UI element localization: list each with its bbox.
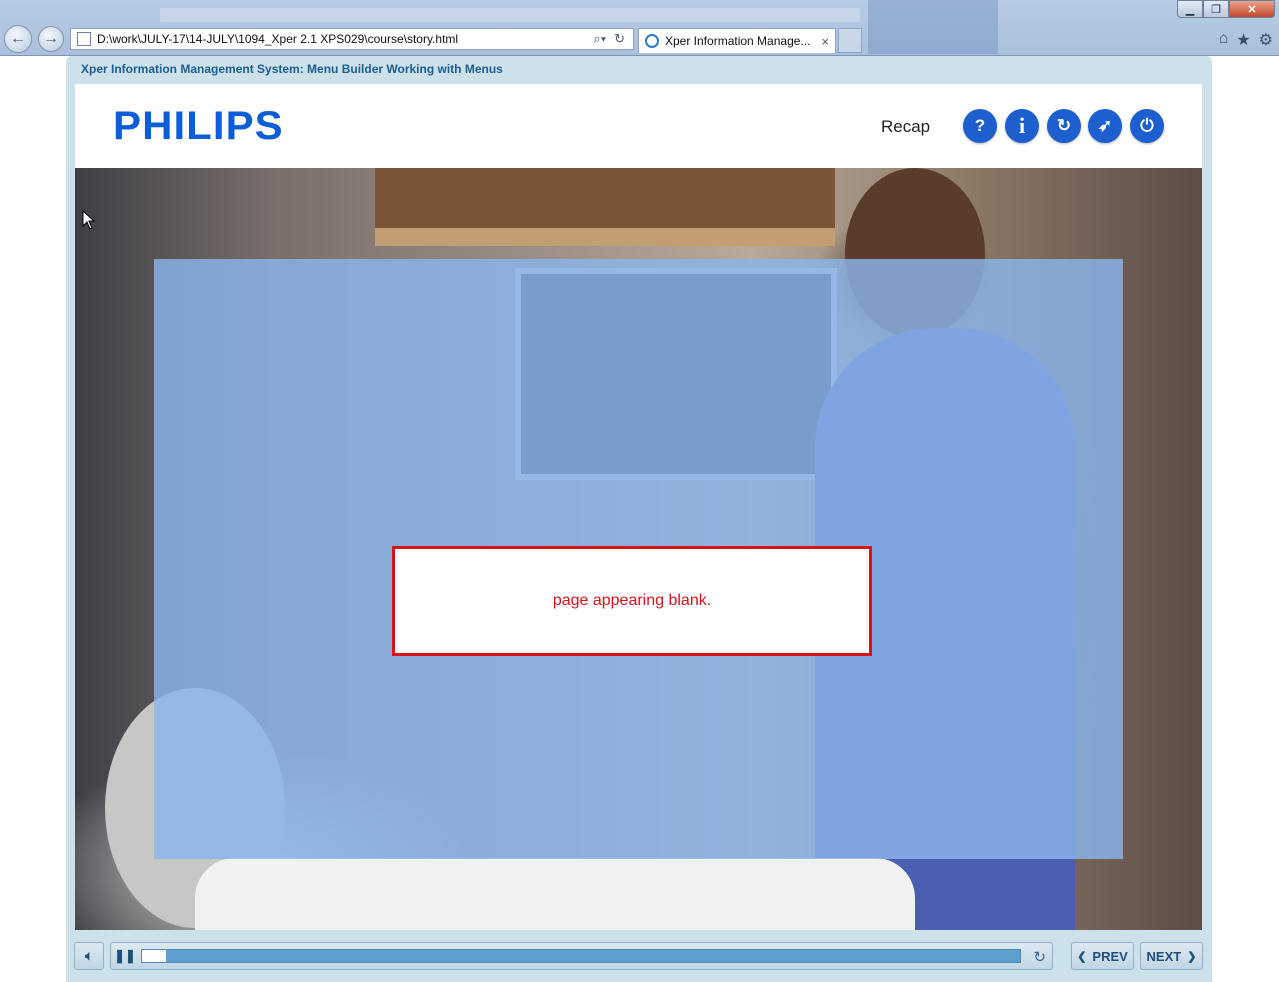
favorites-star-icon[interactable]: ★ <box>1236 30 1250 50</box>
power-icon: ⏻ <box>1140 116 1154 135</box>
seekbar-track[interactable] <box>141 949 1021 963</box>
background-photo-shelf <box>375 168 835 228</box>
window-title-bar <box>160 8 860 22</box>
speaker-icon: 🔈︎ <box>85 948 93 963</box>
page-icon <box>77 32 91 46</box>
window-controls: ▁ ❐ ✕ <box>1177 0 1275 19</box>
background-photo-sheet <box>195 858 915 930</box>
forward-button[interactable]: → <box>38 26 64 52</box>
browser-chrome: ← → D:\work\JULY-17\14-JULY\1094_Xper 2.… <box>0 0 1279 56</box>
browser-tools: ⌂ ★ ⚙ <box>1219 30 1273 50</box>
philips-logo: PHILIPS <box>113 104 284 148</box>
back-arrow-icon: ← <box>10 30 26 47</box>
refresh-icon[interactable]: ↻ <box>614 31 625 47</box>
content-overlay: page appearing blank. <box>154 259 1123 859</box>
info-icon: i <box>1018 113 1026 138</box>
tab-title: Xper Information Manage... <box>665 34 811 48</box>
new-tab-button[interactable] <box>838 28 862 53</box>
pause-icon[interactable]: ❚❚ <box>114 948 136 964</box>
replay-icon: ↻ <box>1056 116 1072 135</box>
next-label: NEXT <box>1146 948 1182 964</box>
back-button[interactable]: ← <box>4 25 32 53</box>
close-window-button[interactable]: ✕ <box>1229 0 1275 18</box>
volume-button[interactable]: 🔈︎ <box>74 942 104 970</box>
recap-label: Recap <box>881 117 931 136</box>
compass-icon: ➶ <box>1097 116 1113 135</box>
forward-arrow-icon: → <box>43 30 59 47</box>
address-url[interactable]: D:\work\JULY-17\14-JULY\1094_Xper 2.1 XP… <box>97 32 593 46</box>
home-icon[interactable]: ⌂ <box>1219 30 1229 50</box>
compass-button[interactable]: ➶ <box>1088 109 1122 143</box>
prev-button[interactable]: ❮ PREV <box>1071 942 1134 970</box>
tab-close-icon[interactable]: × <box>821 34 829 49</box>
maximize-button[interactable]: ❐ <box>1203 0 1229 18</box>
mouse-cursor-icon <box>82 210 96 230</box>
review-note-text: page appearing blank. <box>552 592 712 609</box>
restart-icon[interactable]: ↻ <box>1033 948 1046 966</box>
exit-button[interactable]: ⏻ <box>1130 109 1164 143</box>
replay-button[interactable]: ↻ <box>1047 109 1081 143</box>
ie-logo-icon <box>645 34 659 48</box>
seekbar-progress <box>142 950 166 962</box>
minimize-button[interactable]: ▁ <box>1177 0 1203 18</box>
course-title: Xper Information Management System: Menu… <box>81 62 503 76</box>
gear-icon[interactable]: ⚙ <box>1259 30 1273 50</box>
info-button[interactable]: i <box>1005 109 1039 143</box>
chevron-right-icon: ❯ <box>1187 950 1197 963</box>
seekbar[interactable]: ❚❚ ↻ <box>110 942 1053 970</box>
browser-tab[interactable]: Xper Information Manage... × <box>638 28 836 53</box>
search-dropdown-icon[interactable]: ⌕▾ <box>593 31 606 47</box>
help-button[interactable]: ? <box>963 109 997 143</box>
next-button[interactable]: NEXT ❯ <box>1140 942 1203 970</box>
chevron-left-icon: ❮ <box>1077 950 1087 963</box>
review-note-box: page appearing blank. <box>392 546 872 656</box>
slide-stage: page appearing blank. <box>75 168 1202 930</box>
background-ribbon <box>868 0 998 54</box>
prev-label: PREV <box>1092 948 1128 964</box>
question-icon: ? <box>974 116 986 135</box>
course-header: PHILIPS Recap ? i ↻ ➶ ⏻ <box>75 84 1202 168</box>
background-photo-shelf-edge <box>375 228 835 246</box>
address-bar[interactable]: D:\work\JULY-17\14-JULY\1094_Xper 2.1 XP… <box>70 28 634 50</box>
